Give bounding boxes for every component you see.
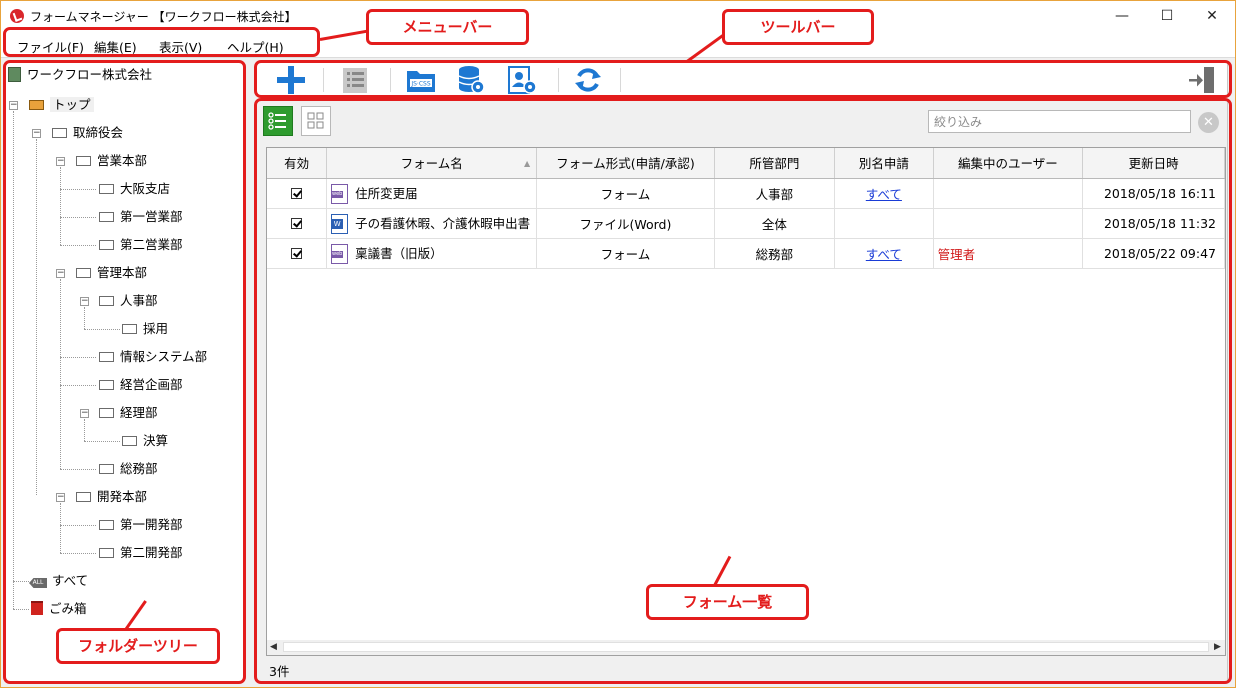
window-title: フォームマネージャー 【ワークフロー株式会社】	[30, 10, 297, 24]
callout-toolbar: ツールバー	[722, 9, 874, 45]
menubar-highlight	[3, 27, 320, 57]
maximize-button[interactable]: ☐	[1144, 1, 1190, 31]
app-logo-icon	[10, 9, 24, 23]
minimize-button[interactable]: —	[1099, 1, 1145, 31]
folder-tree-highlight	[3, 60, 246, 684]
callout-menubar: メニューバー	[366, 9, 529, 45]
close-button[interactable]: ✕	[1189, 1, 1235, 31]
toolbar-highlight	[254, 60, 1232, 98]
app-window: フォームマネージャー 【ワークフロー株式会社】 — ☐ ✕ ファイル(F) 編集…	[0, 0, 1236, 688]
callout-form-list: フォーム一覧	[646, 584, 809, 620]
callout-folder-tree: フォルダーツリー	[56, 628, 220, 664]
